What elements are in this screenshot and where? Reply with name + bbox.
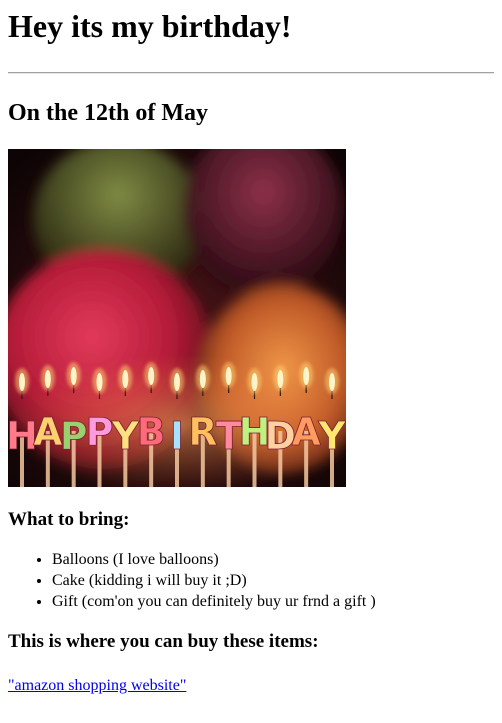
date-heading: On the 12th of May [8,100,208,126]
buy-heading: This is where you can buy these items: [8,631,319,652]
svg-text:I: I [170,414,184,458]
divider [8,72,494,74]
list-item: Balloons (I love balloons) [52,549,494,570]
svg-text:P: P [60,414,88,458]
bring-heading: What to bring: [8,509,130,530]
svg-text:Y: Y [317,414,346,458]
svg-text:B: B [137,410,166,454]
svg-text:R: R [188,410,217,454]
svg-text:Y: Y [111,414,140,458]
bring-list: Balloons (I love balloons) Cake (kidding… [8,549,494,612]
birthday-photo: HAPPYB I RTHDAY [8,149,346,487]
amazon-link[interactable]: "amazon shopping website" [8,675,186,696]
list-item: Gift (com'on you can definitely buy ur f… [52,591,494,612]
svg-text:A: A [33,410,63,454]
page: Hey its my birthday! On the 12th of May [0,0,502,696]
svg-text:P: P [86,410,114,454]
page-title: Hey its my birthday! [8,8,292,44]
list-item: Cake (kidding i will buy it ;D) [52,570,494,591]
svg-text:A: A [291,410,321,454]
